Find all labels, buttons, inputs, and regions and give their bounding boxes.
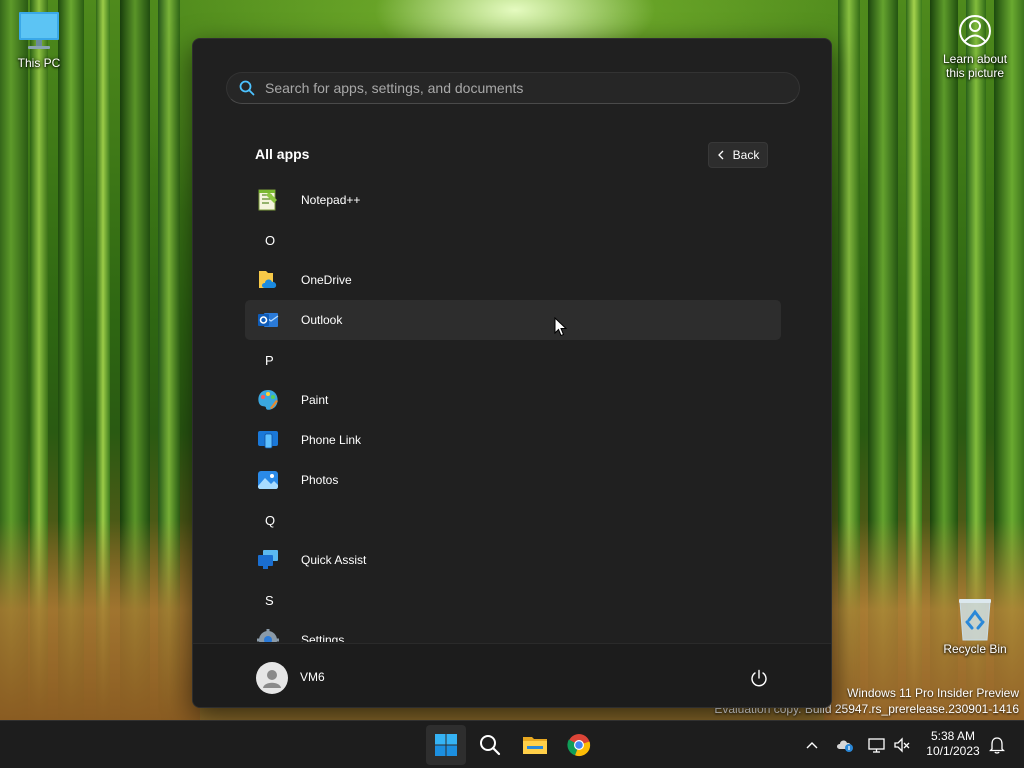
clock-time: 5:38 AM [930,729,976,743]
desktop-icon-this-pc[interactable]: This PC [8,10,70,70]
onedrive-tray-button[interactable] [833,733,857,757]
recycle-bin-icon [959,599,991,641]
app-label-onedrive: OneDrive [301,273,352,287]
power-icon[interactable] [749,668,769,688]
settings-icon [257,629,279,642]
start-icon [435,734,457,756]
chevron-left-icon [717,150,724,160]
app-item-photos[interactable]: Photos [245,460,781,500]
user-name[interactable]: VM6 [300,670,325,684]
chrome-button[interactable] [559,725,599,765]
start-search-box[interactable]: Search for apps, settings, and documents [226,72,800,104]
taskbar-search-button[interactable] [470,725,510,765]
app-label-notepad-plus-plus: Notepad++ [301,193,361,207]
onedrive-status-icon [837,740,853,752]
app-item-quick-assist[interactable]: Quick Assist [245,540,781,580]
clock-date: 10/1/2023 [926,744,980,758]
chrome-icon [567,734,591,757]
letter-s: S [265,592,274,608]
back-label: Back [732,148,760,162]
letter-o: O [265,232,276,248]
file-explorer-icon [523,737,547,754]
back-button[interactable]: Back [708,142,768,168]
letter-p: P [265,352,274,368]
notepad-plus-plus-icon [258,189,277,211]
clock[interactable]: 5:38 AM 10/1/2023 [922,729,984,759]
learn-about-picture[interactable]: Learn about this picture [934,10,1016,80]
quick-assist-icon [258,550,278,569]
start-button[interactable] [426,725,466,765]
taskbar: 5:38 AM 10/1/2023 [0,720,1024,768]
network-button[interactable] [865,733,889,757]
learn-about-line1: Learn about [942,52,1008,66]
mouse-cursor-icon [554,317,568,337]
app-label-photos: Photos [301,473,339,487]
phone-link-icon [258,431,278,449]
letter-header-q[interactable]: Q [245,500,781,540]
monitor-icon [19,12,59,49]
app-label-phone-link: Phone Link [301,433,362,447]
app-item-phone-link[interactable]: Phone Link [245,420,781,460]
app-item-onedrive[interactable]: OneDrive [245,260,781,300]
app-label-outlook: Outlook [301,313,343,327]
notifications-button[interactable] [985,733,1009,757]
start-menu: Search for apps, settings, and documents… [192,38,832,708]
app-label-paint: Paint [301,393,329,407]
network-icon [868,738,885,753]
letter-header-o[interactable]: O [245,220,781,260]
app-item-settings[interactable]: Settings [245,620,781,642]
all-apps-title: All apps [255,146,310,162]
search-placeholder: Search for apps, settings, and documents [265,80,524,96]
this-pc-label: This PC [17,56,61,70]
search-icon [480,735,501,756]
app-item-notepad-plus-plus[interactable]: Notepad++ [245,180,781,220]
user-avatar[interactable] [256,662,288,694]
photos-icon [258,471,278,489]
user-icon [263,670,281,688]
learn-about-picture-icon [959,15,991,47]
outlook-icon [258,313,279,327]
paint-icon [258,390,278,410]
show-hidden-icons-button[interactable] [800,733,824,757]
file-explorer-button[interactable] [515,725,555,765]
start-menu-footer: VM6 [193,643,831,707]
app-label-quick-assist: Quick Assist [301,553,367,567]
letter-header-p[interactable]: P [245,340,781,380]
app-item-paint[interactable]: Paint [245,380,781,420]
desktop-icon-recycle-bin[interactable]: Recycle Bin [940,596,1010,656]
chevron-up-icon [806,742,818,749]
bell-icon [989,737,1005,754]
all-apps-list[interactable]: Notepad++ O OneDrive Outlook P Paint Pho… [245,180,781,642]
app-label-settings: Settings [301,633,345,642]
learn-about-line2: this picture [945,66,1005,80]
search-icon [239,80,255,96]
volume-muted-icon [894,737,910,753]
letter-q: Q [265,512,276,528]
recycle-bin-label: Recycle Bin [943,642,1007,656]
app-item-outlook[interactable]: Outlook [245,300,781,340]
volume-button[interactable] [890,733,914,757]
onedrive-icon [259,271,277,288]
letter-header-s[interactable]: S [245,580,781,620]
